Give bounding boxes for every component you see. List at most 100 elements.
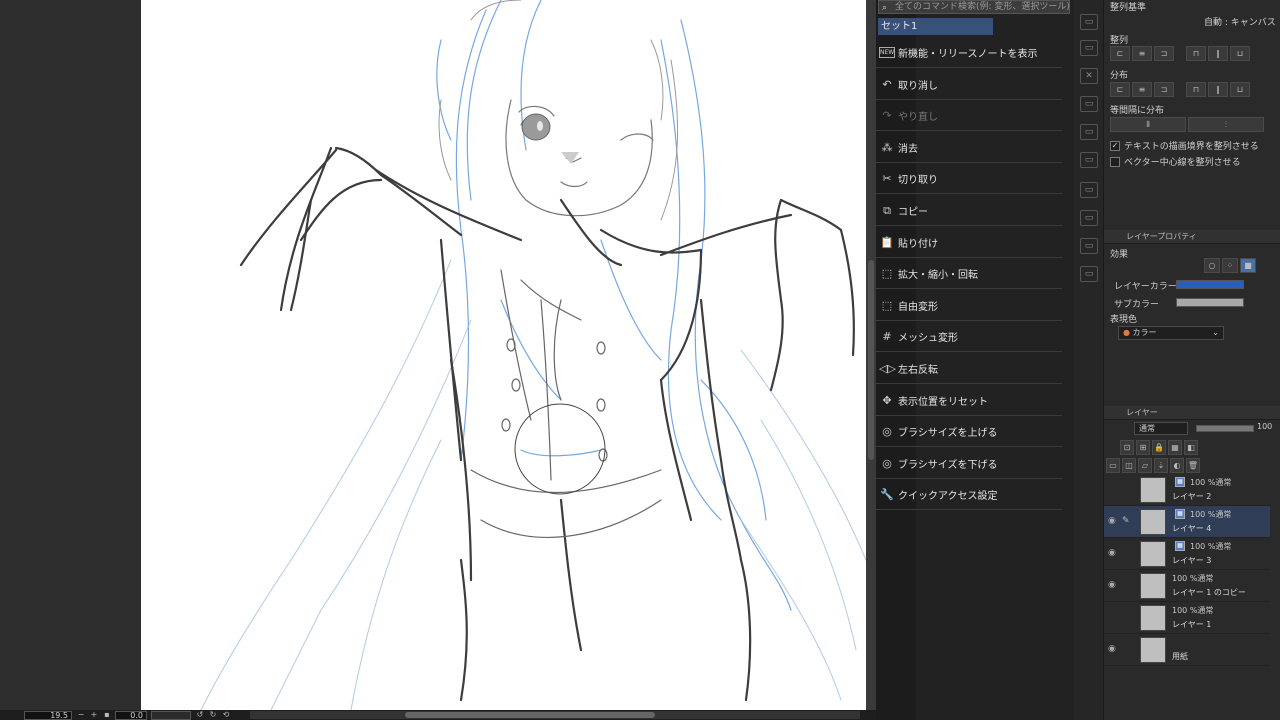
sub-color-swatch[interactable] [1176, 298, 1244, 307]
panel-tab-icon-9[interactable]: ▭ [1080, 238, 1098, 254]
layer-lock-icon[interactable]: 🔒 [1152, 440, 1166, 455]
even-spacing-v-icon[interactable]: ⫶ [1188, 117, 1264, 132]
effect-color-icon[interactable]: ■ [1240, 258, 1256, 273]
menu-item-14[interactable]: ◎ ブラシサイズを下げる [876, 449, 1062, 479]
align-center-v-icon[interactable]: ‖ [1208, 46, 1228, 61]
rotate-right-icon[interactable]: ↻ [208, 710, 218, 720]
distribute-top-icon[interactable]: ⊓ [1186, 82, 1206, 97]
rotation-slider[interactable] [151, 710, 191, 720]
layer-ref-icon[interactable]: ⊞ [1136, 440, 1150, 455]
menu-item-7[interactable]: 📋 貼り付け [876, 228, 1062, 258]
layer-row[interactable]: ◉ 用紙 [1104, 634, 1270, 666]
menu-item-6[interactable]: ⧉ コピー [876, 196, 1062, 226]
panel-tab-icon-10[interactable]: ▭ [1080, 266, 1098, 282]
menu-item-2[interactable]: ↶ 取り消し [876, 70, 1062, 100]
panel-tab-icon-4[interactable]: ▭ [1080, 96, 1098, 112]
align-right-icon[interactable]: ⊐ [1154, 46, 1174, 61]
menu-item-8[interactable]: ⬚ 拡大・縮小・回転 [876, 259, 1062, 290]
layer-property-header[interactable]: レイヤープロパティ [1104, 230, 1280, 244]
panel-tab-icon-1[interactable]: ▭ [1080, 14, 1098, 30]
new-vector-layer-icon[interactable]: ◫ [1122, 458, 1136, 473]
panel-tab-icon-7[interactable]: ▭ [1080, 182, 1098, 198]
canvas-area[interactable] [0, 0, 876, 720]
layer-alpha-lock-icon[interactable]: ▦ [1168, 440, 1182, 455]
vector-center-checkbox[interactable]: ベクター中心線を整列させる [1110, 155, 1241, 168]
menu-item-1[interactable]: NEW 新機能・リリースノートを表示 [876, 38, 1062, 68]
menu-item-10[interactable]: # メッシュ変形 [876, 322, 1062, 353]
distribute-right-icon[interactable]: ⊐ [1154, 82, 1174, 97]
blend-mode-dropdown[interactable]: 通常 [1134, 422, 1188, 435]
effect-border-icon[interactable]: ○ [1204, 258, 1220, 273]
eye-icon[interactable]: ◉ [1108, 580, 1116, 590]
distribute-center-h-icon[interactable]: ≡ [1132, 82, 1152, 97]
layer-row[interactable]: 100 %通常 レイヤー 1 [1104, 602, 1270, 634]
new-folder-icon[interactable]: ▱ [1138, 458, 1152, 473]
rotate-left-icon[interactable]: ↺ [195, 710, 205, 720]
layer-thumbnail[interactable] [1140, 605, 1166, 631]
align-left-icon[interactable]: ⊏ [1110, 46, 1130, 61]
eye-icon[interactable]: ◉ [1108, 644, 1116, 654]
quick-access-set-selector[interactable]: セット1 [878, 18, 993, 35]
layer-panel-header[interactable]: レイヤー [1104, 406, 1280, 420]
align-top-icon[interactable]: ⊓ [1186, 46, 1206, 61]
layer-thumbnail[interactable] [1140, 573, 1166, 599]
merge-down-icon[interactable]: ⇣ [1154, 458, 1168, 473]
menu-item-3[interactable]: ↷ やり直し [876, 101, 1062, 132]
panel-tab-icon-6[interactable]: ▭ [1080, 152, 1098, 168]
zoom-fit-icon[interactable]: ▪ [102, 710, 112, 720]
search-icon: ⌕ [882, 3, 888, 13]
horizontal-scrollbar[interactable] [250, 711, 860, 719]
layer-thumbnail[interactable] [1140, 541, 1166, 567]
text-border-checkbox[interactable]: ✓ テキストの描画境界を整列させる [1110, 139, 1259, 152]
distribute-bottom-icon[interactable]: ⊔ [1230, 82, 1250, 97]
layer-clip-icon[interactable]: ⊡ [1120, 440, 1134, 455]
layer-thumbnail[interactable] [1140, 637, 1166, 663]
new-raster-layer-icon[interactable]: ▭ [1106, 458, 1120, 473]
distribute-center-v-icon[interactable]: ‖ [1208, 82, 1228, 97]
zoom-in-button[interactable]: + [89, 710, 99, 720]
panel-tab-icon-8[interactable]: ▭ [1080, 210, 1098, 226]
zoom-field[interactable]: 19.5 [24, 710, 72, 720]
effect-tone-icon[interactable]: ⁘ [1222, 258, 1238, 273]
distribute-left-icon[interactable]: ⊏ [1110, 82, 1130, 97]
layer-thumbnail[interactable] [1140, 509, 1166, 535]
layer-color-swatch[interactable] [1176, 280, 1244, 289]
panel-tab-icon-2[interactable]: ▭ [1080, 40, 1098, 56]
undo-icon: ↶ [882, 77, 892, 91]
layer-row[interactable]: ◉ ✎ ▦ 100 %通常 レイヤー 4 [1104, 506, 1270, 538]
align-basis-value[interactable]: 自動 : キャンバス [1204, 15, 1276, 28]
rotation-field[interactable]: 0.0 [115, 710, 147, 720]
menu-item-12[interactable]: ✥ 表示位置をリセット [876, 386, 1062, 416]
reset-rotation-icon[interactable]: ⟲ [221, 710, 231, 720]
eye-icon[interactable]: ◉ [1108, 548, 1116, 558]
even-spacing-h-icon[interactable]: ⫴ [1110, 117, 1186, 132]
menu-item-11[interactable]: ◁▷ 左右反転 [876, 354, 1062, 384]
expression-color-dropdown[interactable]: ● カラー ⌄ [1118, 326, 1224, 340]
scissors-icon: ✂ [882, 172, 892, 186]
menu-item-15[interactable]: 🔧 クイックアクセス設定 [876, 480, 1062, 511]
align-center-h-icon[interactable]: ≡ [1132, 46, 1152, 61]
menu-item-13[interactable]: ◎ ブラシサイズを上げる [876, 417, 1062, 448]
transform-icon: ⬚ [881, 267, 893, 281]
menu-item-4[interactable]: ⁂ 消去 [876, 133, 1062, 163]
menu-item-5[interactable]: ✂ 切り取り [876, 164, 1062, 195]
drawing-canvas[interactable] [141, 0, 866, 710]
panel-tab-icon-5[interactable]: ▭ [1080, 124, 1098, 140]
vertical-scrollbar[interactable] [866, 0, 876, 710]
align-bottom-icon[interactable]: ⊔ [1230, 46, 1250, 61]
layer-row[interactable]: ▦ 100 %通常 レイヤー 2 [1104, 474, 1270, 506]
menu-item-9[interactable]: ⬚ 自由変形 [876, 291, 1062, 321]
layer-row[interactable]: ◉ 100 %通常 レイヤー 1 のコピー [1104, 570, 1270, 602]
opacity-slider[interactable] [1196, 425, 1254, 432]
layer-row[interactable]: ◉ ▦ 100 %通常 レイヤー 3 [1104, 538, 1270, 570]
delete-layer-icon[interactable]: 🗑 [1186, 458, 1200, 473]
menu-item-label: 表示位置をリセット [898, 396, 988, 408]
apply-mask-icon[interactable]: ◐ [1170, 458, 1184, 473]
opacity-value[interactable]: 100 [1257, 422, 1272, 431]
eye-icon[interactable]: ◉ [1108, 516, 1116, 526]
layer-mask-icon[interactable]: ◧ [1184, 440, 1198, 455]
command-search-input[interactable]: ⌕ 全てのコマンド検索(例: 変形、選択ツール) [878, 0, 1070, 14]
zoom-out-button[interactable]: − [76, 710, 86, 720]
panel-tab-icon-3[interactable]: ✕ [1080, 68, 1098, 84]
layer-thumbnail[interactable] [1140, 477, 1166, 503]
